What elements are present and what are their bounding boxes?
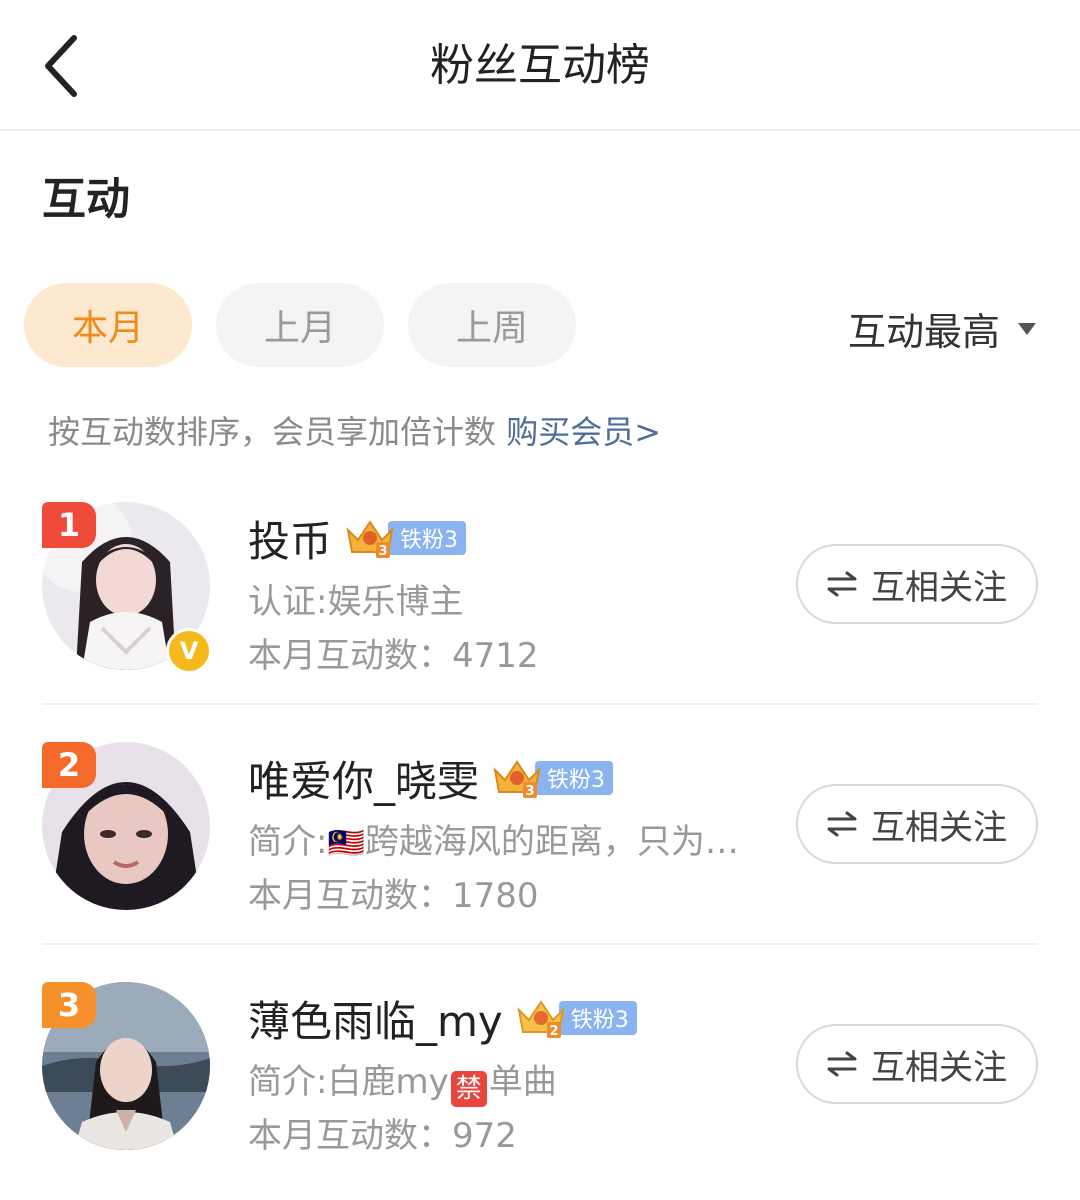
fan-intro: 认证:娱乐博主 bbox=[248, 582, 464, 622]
interaction-count: 本月互动数：972 bbox=[248, 1116, 517, 1156]
crown-number: 2 bbox=[549, 1024, 558, 1039]
tab-last-week[interactable]: 上周 bbox=[408, 283, 576, 367]
flag-icon: 🇲🇾 bbox=[327, 826, 365, 861]
verified-icon: V bbox=[166, 628, 212, 674]
buy-membership-link[interactable]: 购买会员> bbox=[506, 413, 661, 451]
sort-label: 互动最高 bbox=[847, 309, 1000, 354]
interaction-count: 本月互动数：4712 bbox=[248, 636, 539, 676]
level-label: 铁粉3 bbox=[388, 521, 467, 555]
intro-text: 单曲 bbox=[488, 1062, 557, 1102]
section-title: 互动 bbox=[42, 174, 130, 225]
sort-dropdown[interactable]: 互动最高 bbox=[848, 300, 1036, 356]
follow-label: 互相关注 bbox=[871, 1047, 1007, 1088]
tab-this-month[interactable]: 本月 bbox=[24, 283, 192, 367]
follow-label: 互相关注 bbox=[871, 807, 1007, 848]
crown-number: 3 bbox=[378, 544, 387, 559]
divider bbox=[42, 703, 1038, 705]
fan-name[interactable]: 投币 bbox=[248, 508, 332, 569]
fan-name[interactable]: 唯爱你_晓雯 bbox=[248, 748, 479, 809]
rank-badge: 2 bbox=[42, 742, 96, 788]
tab-last-month[interactable]: 上月 bbox=[216, 283, 384, 367]
nav-bar: 粉丝互动榜 bbox=[0, 0, 1080, 131]
crown-icon: 3 bbox=[493, 760, 541, 799]
swap-arrows-icon bbox=[827, 571, 857, 597]
swap-arrows-icon bbox=[827, 1051, 857, 1077]
name-line: 唯爱你_晓雯 3 铁粉3 bbox=[248, 748, 614, 809]
divider bbox=[42, 943, 1038, 945]
caret-down-icon bbox=[1018, 323, 1036, 335]
mutual-follow-button[interactable]: 互相关注 bbox=[796, 784, 1038, 864]
page-title: 粉丝互动榜 bbox=[430, 40, 650, 91]
crown-icon: 2 bbox=[517, 1000, 565, 1039]
interaction-count: 本月互动数：1780 bbox=[248, 876, 539, 916]
fan-row[interactable]: 2 唯爱你_晓雯 3 铁粉3 简介:🇲🇾跨越海风的距离，只为… 本月互动数：17… bbox=[0, 720, 1080, 960]
intro-text: 跨越海风的距离，只为… bbox=[364, 822, 739, 862]
rank-badge: 1 bbox=[42, 502, 96, 548]
intro-prefix: 简介: bbox=[248, 822, 328, 862]
swap-arrows-icon bbox=[827, 811, 857, 837]
fan-intro: 简介:白鹿my 禁单曲 bbox=[248, 1058, 557, 1107]
fan-level-badge: 3 铁粉3 bbox=[344, 520, 467, 559]
banned-tag-icon: 禁 bbox=[450, 1071, 487, 1107]
follow-label: 互相关注 bbox=[871, 567, 1007, 608]
intro-prefix: 简介:白鹿my bbox=[248, 1062, 449, 1102]
fan-row[interactable]: 3 薄色雨临_my 2 铁粉3 简介:白鹿my 禁单曲 本月互动数：972 互相关… bbox=[0, 960, 1080, 1200]
fan-intro: 简介:🇲🇾跨越海风的距离，只为… bbox=[248, 818, 739, 868]
mutual-follow-button[interactable]: 互相关注 bbox=[796, 544, 1038, 624]
mutual-follow-button[interactable]: 互相关注 bbox=[796, 1024, 1038, 1104]
fan-row[interactable]: 1 V 投币 3 铁粉3 认证:娱乐博主 本月互动数：4712 互相关注 bbox=[0, 480, 1080, 720]
name-line: 投币 3 铁粉3 bbox=[248, 508, 467, 569]
sort-hint: 按互动数排序，会员享加倍计数 购买会员> bbox=[48, 408, 661, 456]
fan-level-badge: 2 铁粉3 bbox=[515, 1000, 637, 1039]
fan-name[interactable]: 薄色雨临_my bbox=[248, 988, 503, 1049]
rank-number: 1 bbox=[57, 506, 81, 544]
crown-icon: 3 bbox=[346, 520, 394, 559]
level-label: 铁粉3 bbox=[535, 761, 614, 795]
rank-badge: 3 bbox=[42, 982, 96, 1028]
hint-text: 按互动数排序，会员享加倍计数 bbox=[48, 413, 497, 451]
level-label: 铁粉3 bbox=[558, 1001, 637, 1035]
crown-number: 3 bbox=[525, 784, 534, 799]
rank-number: 3 bbox=[57, 986, 81, 1024]
fan-level-badge: 3 铁粉3 bbox=[491, 760, 614, 799]
name-line: 薄色雨临_my 2 铁粉3 bbox=[248, 990, 637, 1046]
rank-number: 2 bbox=[57, 746, 81, 784]
